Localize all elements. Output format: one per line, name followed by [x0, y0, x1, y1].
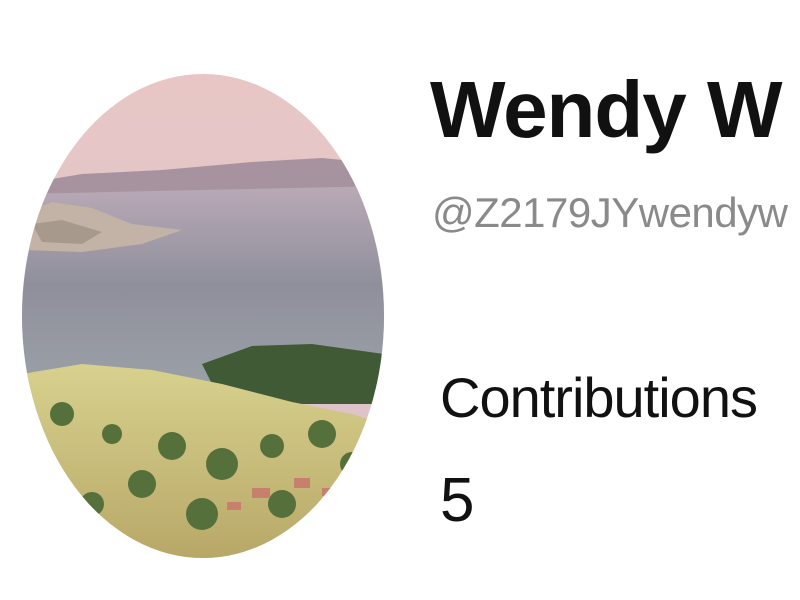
profile-card: Wendy W @Z2179JYwendyw Contributions 5 [0, 0, 800, 600]
contributions-label: Contributions [440, 366, 758, 429]
landscape-photo-icon [22, 74, 384, 558]
profile-display-name: Wendy W [430, 65, 783, 154]
contributions-count: 5 [440, 466, 475, 535]
avatar[interactable] [22, 74, 384, 558]
profile-handle: @Z2179JYwendyw [432, 189, 788, 236]
